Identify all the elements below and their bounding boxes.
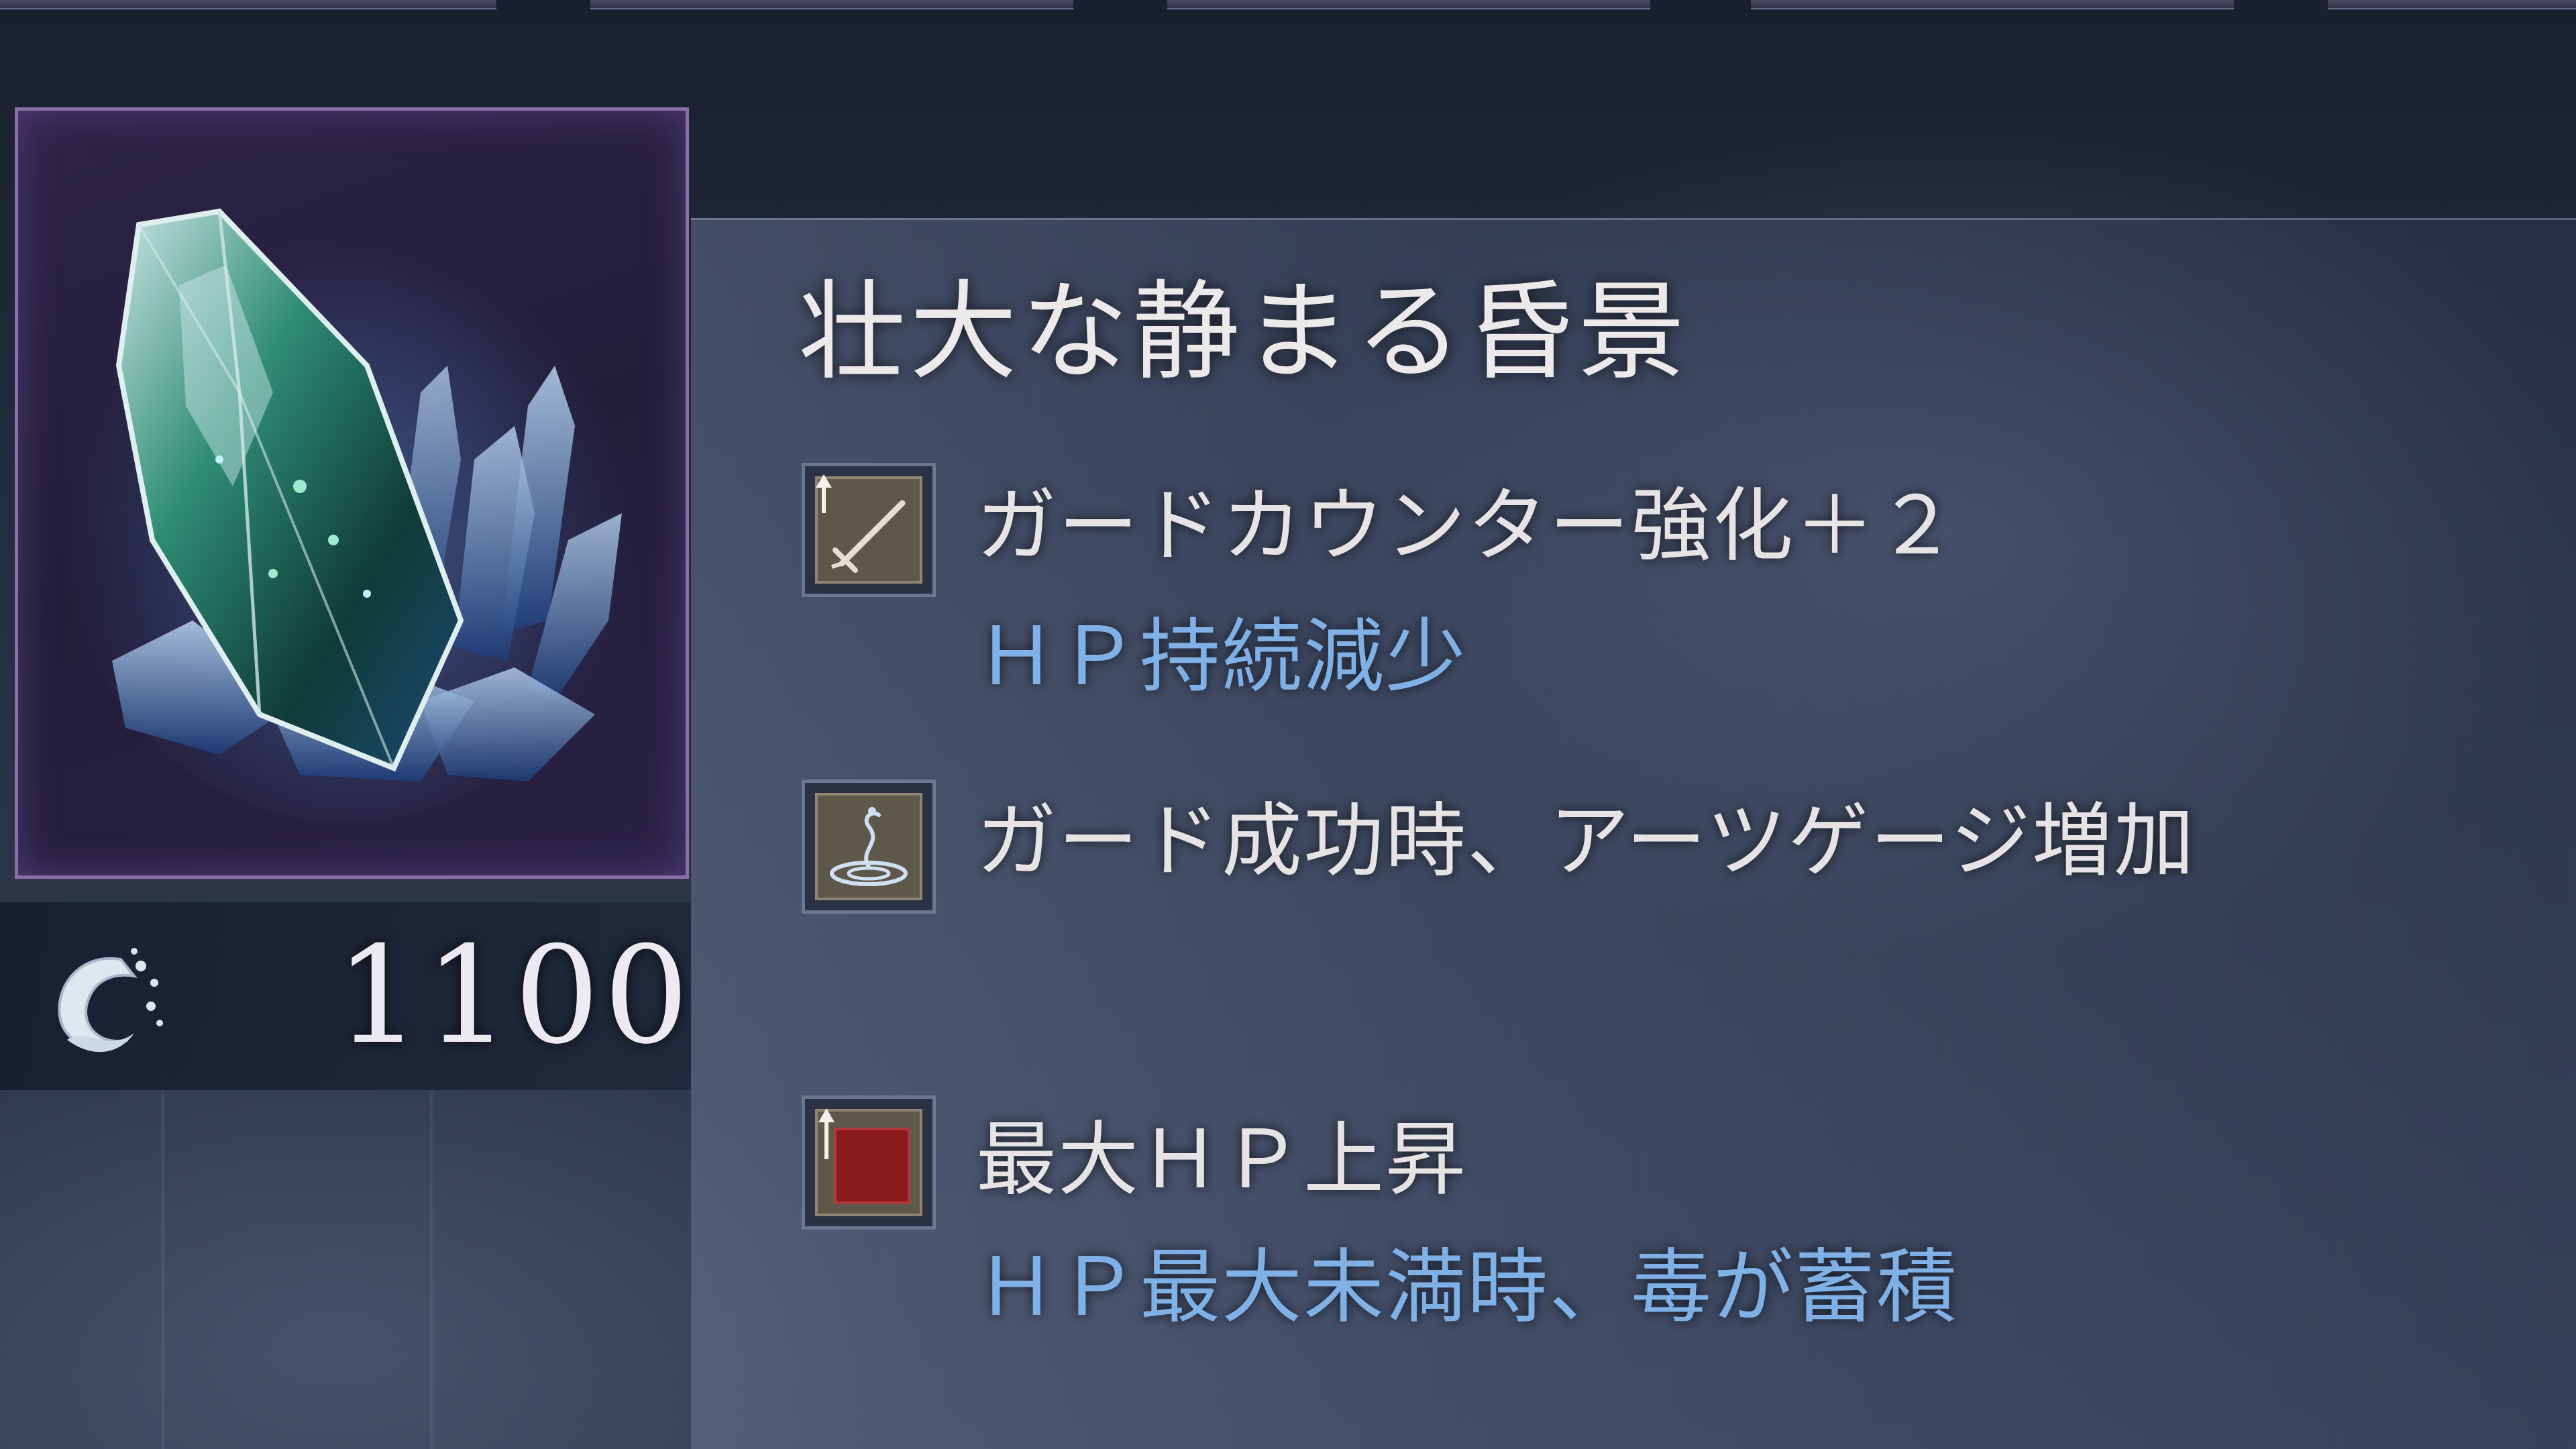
effect-3-icon-frame [802, 1095, 936, 1230]
top-tab-5[interactable] [2328, 0, 2576, 9]
top-tab-1[interactable] [0, 0, 496, 9]
top-tab-3[interactable] [1167, 0, 1650, 9]
effect-3-main: 最大ＨＰ上昇 [976, 1114, 1467, 1207]
red-block-up-icon [818, 1108, 910, 1204]
effect-1-icon-frame [802, 463, 936, 597]
item-name: 壮大な静まる昏景 [798, 269, 1690, 394]
water-spirit-icon [830, 807, 908, 886]
effect-3-sub: ＨＰ最大未満時、毒が蓄積 [976, 1241, 1958, 1334]
effect-2-icon-frame [802, 780, 936, 914]
crystal-gem-icon [58, 205, 635, 822]
wave-coin-icon [58, 948, 163, 1053]
item-price: 1100 [335, 918, 693, 1074]
background-light-lines [0, 1073, 671, 1449]
item-card[interactable] [15, 107, 689, 879]
top-tab-2[interactable] [590, 0, 1073, 9]
effect-2-main: ガード成功時、アーツゲージ増加 [976, 795, 2196, 888]
effect-1-main: ガードカウンター強化＋２ [976, 480, 1958, 573]
sword-up-icon [816, 474, 906, 573]
top-tab-strip [0, 0, 2576, 13]
top-tab-4[interactable] [1751, 0, 2234, 9]
effect-1-sub: ＨＰ持続減少 [976, 610, 1467, 704]
